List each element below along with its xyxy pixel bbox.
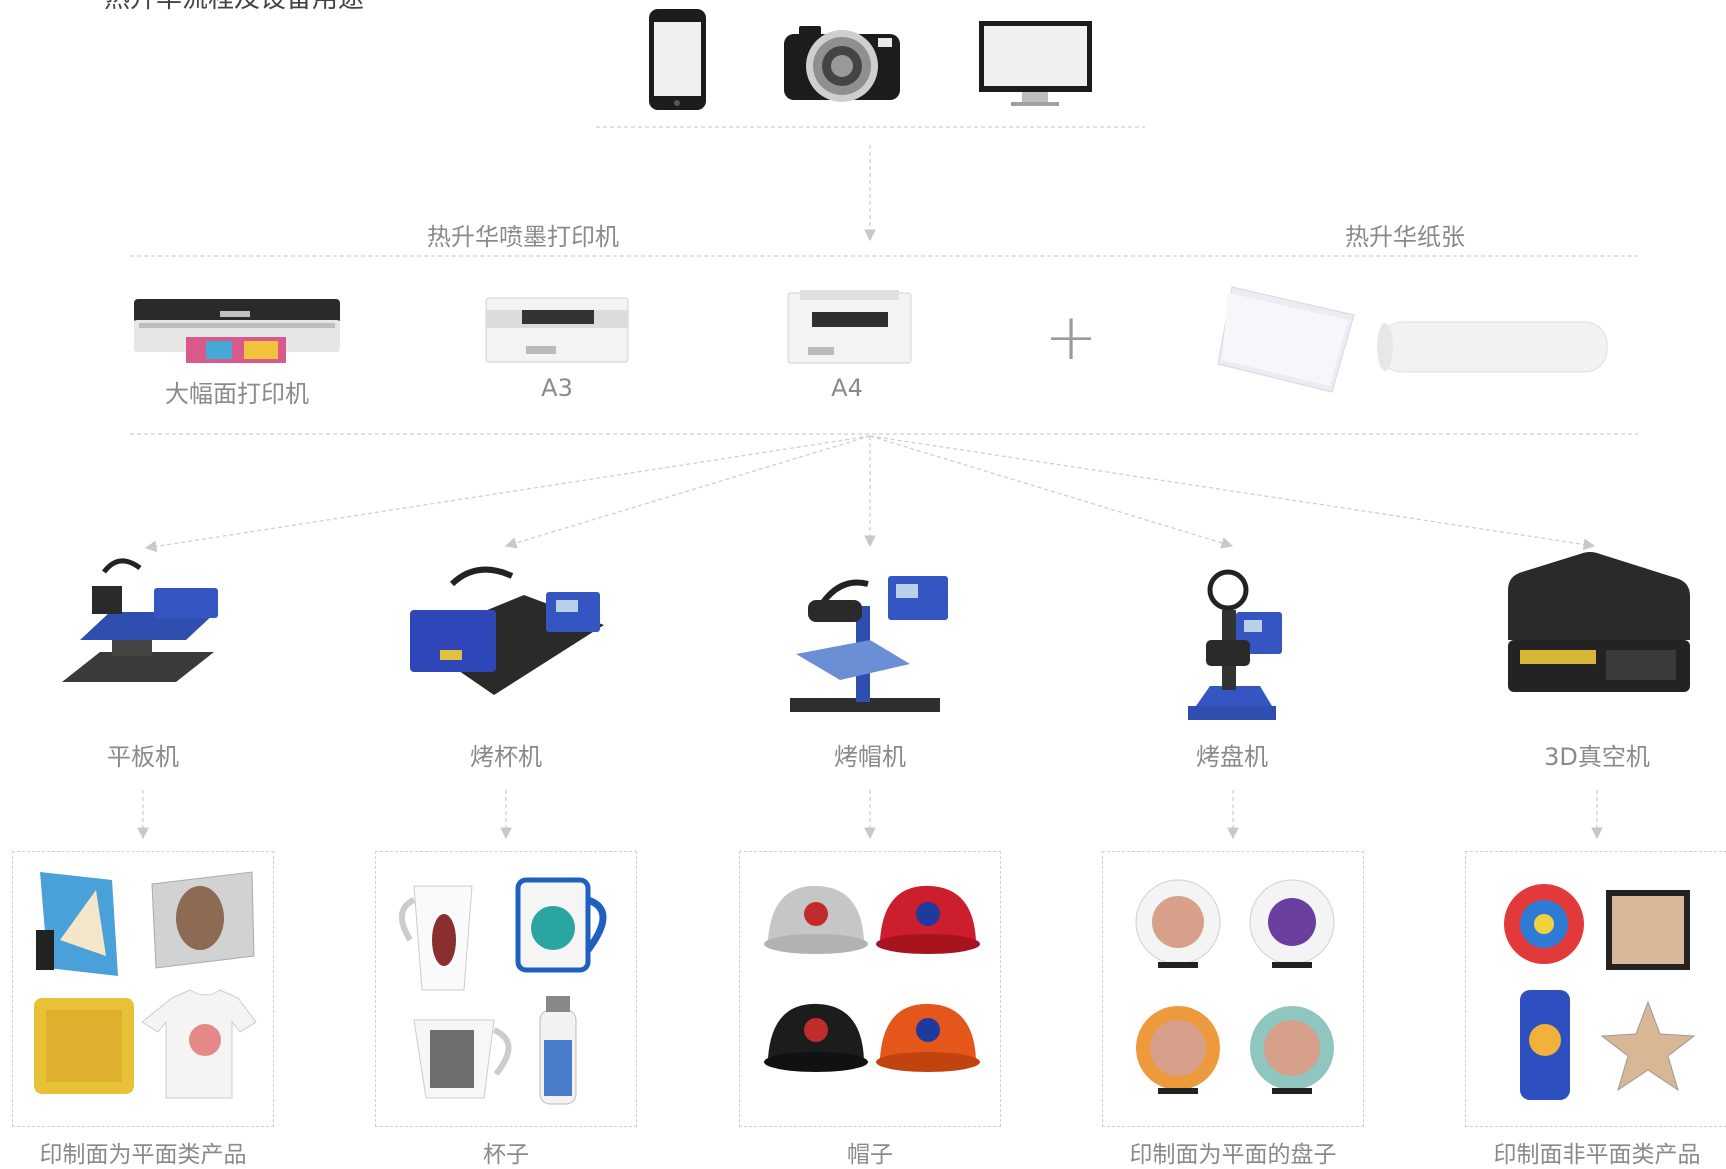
round-plate-icon [1504,884,1584,964]
gray-cap-icon [764,885,868,954]
blue-mug-icon [515,877,607,973]
photo-slate-icon [151,871,255,969]
pillow-icon [34,998,134,1094]
product-thumbnails [34,871,1696,1105]
conical-mug-icon [413,1019,512,1099]
photo-panel-icon [36,872,118,976]
photo-frame-icon [1606,890,1690,970]
plate-icon [1135,879,1221,968]
product-label-plates: 印制面为平面的盘子 [1129,1142,1337,1168]
product-label-mugs: 杯子 [483,1142,529,1168]
water-bottle-icon [539,996,577,1105]
product-label-3d: 印制面非平面类产品 [1493,1142,1701,1168]
plate-icon [1249,879,1335,968]
star-ornament-icon [1600,1000,1696,1092]
latte-mug-icon [399,885,473,991]
red-cap-icon [876,885,980,954]
plate-icon [1136,1006,1220,1094]
product-label-flat: 印制面为平面类产品 [39,1142,247,1168]
black-cap-icon [764,1003,868,1072]
product-label-caps: 帽子 [847,1142,893,1168]
orange-cap-icon [876,1003,980,1072]
phone-case-icon [1520,990,1570,1100]
tshirt-icon [141,989,257,1099]
plate-icon [1250,1006,1334,1094]
